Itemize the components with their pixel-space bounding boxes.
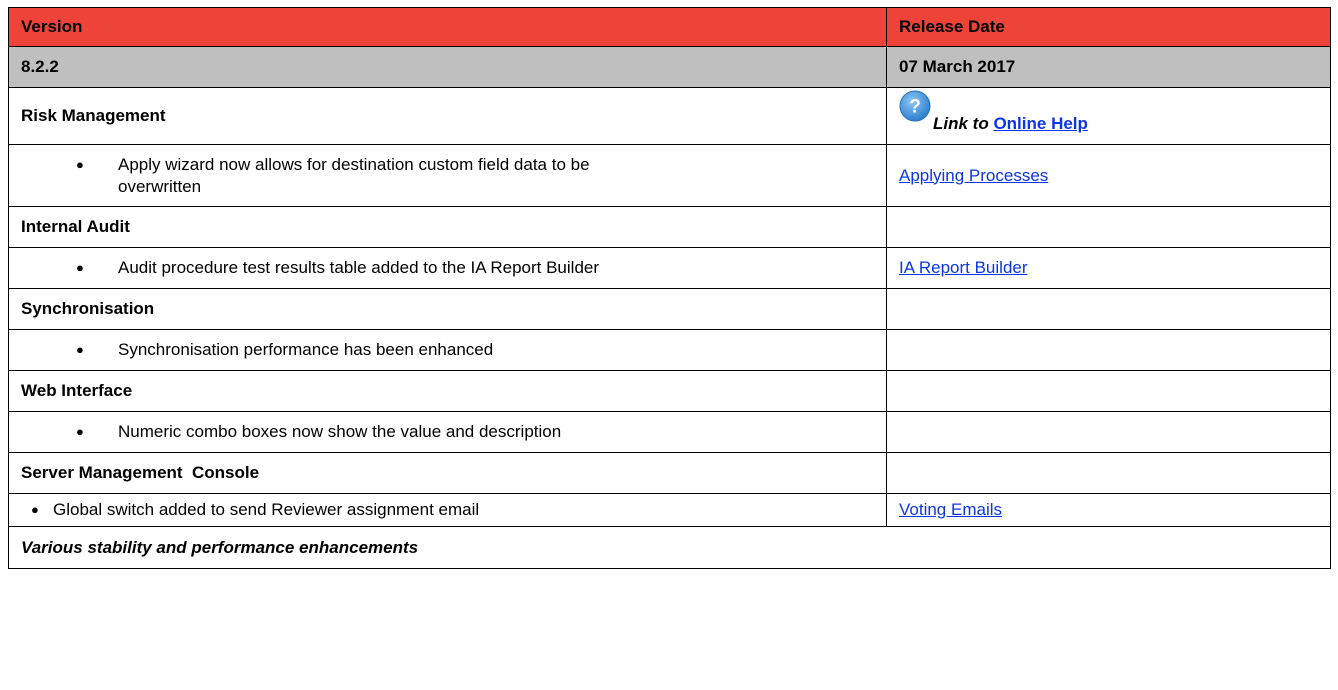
bullet-icon: ● (76, 424, 84, 439)
header-row: Version Release Date (8, 7, 1331, 47)
svg-text:?: ? (909, 97, 921, 118)
section-row-sync: Synchronisation (8, 288, 1331, 330)
online-help-link[interactable]: Online Help (993, 114, 1087, 133)
list-item: ● Global switch added to send Reviewer a… (21, 499, 874, 521)
online-help-cell: ? Link to Online Help (886, 87, 1331, 145)
version-row: 8.2.2 07 March 2017 (8, 46, 1331, 88)
item-row-risk: ● Apply wizard now allows for destinatio… (8, 144, 1331, 207)
applying-processes-link[interactable]: Applying Processes (899, 166, 1048, 185)
release-notes-table: Version Release Date 8.2.2 07 March 2017… (8, 7, 1331, 569)
list-item: ● Audit procedure test results table add… (21, 257, 874, 279)
version-number: 8.2.2 (8, 46, 887, 88)
item-row-audit: ● Audit procedure test results table add… (8, 247, 1331, 289)
bullet-icon: ● (76, 342, 84, 357)
list-item: ● Numeric combo boxes now show the value… (21, 421, 874, 443)
section-row-web: Web Interface (8, 370, 1331, 412)
section-title-sync: Synchronisation (8, 288, 887, 330)
footer-row: Various stability and performance enhanc… (8, 526, 1331, 569)
voting-emails-link[interactable]: Voting Emails (899, 500, 1002, 519)
section-title-risk: Risk Management (8, 87, 887, 145)
help-question-icon[interactable]: ? (899, 90, 931, 122)
section-row-server: Server Management Console (8, 452, 1331, 494)
section-row-risk: Risk Management ? Link to Online Help (8, 87, 1331, 145)
item-row-web: ● Numeric combo boxes now show the value… (8, 411, 1331, 453)
item-text-audit: Audit procedure test results table added… (118, 258, 600, 277)
section-title-server: Server Management Console (8, 452, 887, 494)
item-text-server: Global switch added to send Reviewer ass… (53, 500, 480, 519)
list-item: ● Apply wizard now allows for destinatio… (21, 154, 874, 198)
item-row-server: ● Global switch added to send Reviewer a… (8, 493, 1331, 527)
link-prefix: Link to (933, 114, 989, 133)
online-help-line: Link to Online Help (933, 114, 1088, 134)
section-title-web: Web Interface (8, 370, 887, 412)
item-text-risk-2: overwritten (118, 176, 202, 196)
section-title-audit: Internal Audit (8, 206, 887, 248)
bullet-icon: ● (76, 156, 84, 172)
bullet-icon: ● (31, 502, 39, 517)
release-date-header: Release Date (886, 7, 1331, 47)
item-row-sync: ● Synchronisation performance has been e… (8, 329, 1331, 371)
list-item: ● Synchronisation performance has been e… (21, 339, 874, 361)
item-text-web: Numeric combo boxes now show the value a… (118, 422, 562, 441)
item-text-sync: Synchronisation performance has been enh… (118, 340, 494, 359)
bullet-icon: ● (76, 260, 84, 275)
release-date: 07 March 2017 (886, 46, 1331, 88)
footer-note: Various stability and performance enhanc… (8, 526, 1331, 569)
section-row-audit: Internal Audit (8, 206, 1331, 248)
version-header: Version (8, 7, 887, 47)
ia-report-builder-link[interactable]: IA Report Builder (899, 258, 1028, 277)
item-text-risk-1: Apply wizard now allows for destination … (118, 154, 590, 174)
